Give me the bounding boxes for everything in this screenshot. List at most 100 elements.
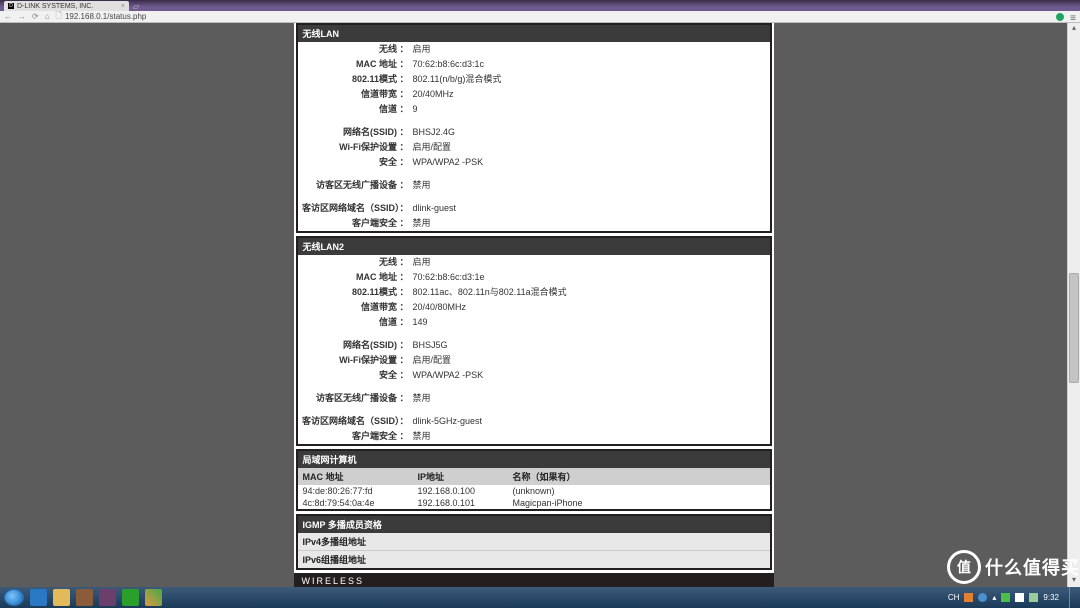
extension-area: ≡ bbox=[1056, 13, 1076, 21]
status-label: 客户端安全 ： bbox=[298, 217, 413, 230]
taskbar-app[interactable] bbox=[122, 589, 139, 606]
cell-mac: 94:de:80:26:77:fd bbox=[303, 486, 418, 496]
tab-title: D-LINK SYSTEMS, INC. bbox=[17, 3, 93, 10]
status-label: 访客区无线广播设备 ： bbox=[298, 392, 413, 405]
wlan2-section: 无线LAN2 无线 ：启用MAC 地址 ：70:62:b8:6c:d3:1e80… bbox=[296, 236, 772, 446]
status-row: 安全 ：WPA/WPA2 -PSK bbox=[298, 368, 770, 383]
status-value: 禁用 bbox=[413, 217, 770, 230]
url-text: 192.168.0.1/status.php bbox=[65, 12, 146, 21]
status-value: BHSJ5G bbox=[413, 339, 770, 352]
status-row: 无线 ：启用 bbox=[298, 255, 770, 270]
section-header: 无线LAN bbox=[298, 25, 770, 42]
status-label: 无线 ： bbox=[298, 256, 413, 269]
status-value: dlink-guest bbox=[413, 202, 770, 215]
section-header: 无线LAN2 bbox=[298, 238, 770, 255]
status-value: 149 bbox=[413, 316, 770, 329]
start-button[interactable] bbox=[4, 589, 24, 606]
status-label: 网络名(SSID) ： bbox=[298, 126, 413, 139]
home-button[interactable]: ⌂ bbox=[45, 12, 50, 21]
status-value: dlink-5GHz-guest bbox=[413, 415, 770, 428]
cell-name: Magicpan-iPhone bbox=[513, 498, 765, 508]
taskbar-app-explorer[interactable] bbox=[53, 589, 70, 606]
address-bar[interactable]: 🗋 192.168.0.1/status.php bbox=[56, 10, 147, 24]
tray-network-icon[interactable] bbox=[1029, 593, 1038, 602]
taskbar-app-chrome[interactable] bbox=[145, 589, 162, 606]
scroll-up-icon[interactable]: ▴ bbox=[1068, 23, 1080, 35]
cell-name: (unknown) bbox=[513, 486, 765, 496]
status-value: 70:62:b8:6c:d3:1c bbox=[413, 58, 770, 71]
status-row: 802.11模式 ：802.11ac、802.11n与802.11a混合模式 bbox=[298, 285, 770, 300]
status-value: 20/40MHz bbox=[413, 88, 770, 101]
status-row: 客访区网络域名（SSID）：dlink-guest bbox=[298, 201, 770, 216]
status-value: 启用/配置 bbox=[413, 141, 770, 154]
toolbar: ← → ⟳ ⌂ 🗋 192.168.0.1/status.php ≡ bbox=[0, 11, 1080, 23]
status-value: WPA/WPA2 -PSK bbox=[413, 369, 770, 382]
taskbar-app[interactable] bbox=[99, 589, 116, 606]
status-value: 9 bbox=[413, 103, 770, 116]
status-label: 信道带宽 ： bbox=[298, 301, 413, 314]
reload-button[interactable]: ⟳ bbox=[32, 12, 39, 21]
table-row: 4c:8d:79:54:0a:4e192.168.0.101Magicpan-i… bbox=[298, 497, 770, 509]
extension-icon[interactable] bbox=[1056, 13, 1064, 21]
igmp-section: IGMP 多播成员资格 IPv4多播组地址IPv6组播组地址 bbox=[296, 514, 772, 570]
system-tray: CH ▴ 9:32 bbox=[948, 587, 1076, 608]
status-row: 信道带宽 ：20/40/80MHz bbox=[298, 300, 770, 315]
tab-close-icon[interactable]: × bbox=[121, 3, 125, 10]
status-label: 客访区网络域名（SSID）： bbox=[298, 202, 413, 215]
status-value: BHSJ2.4G bbox=[413, 126, 770, 139]
vertical-scrollbar[interactable]: ▴ ▾ bbox=[1067, 23, 1080, 587]
status-value: 禁用 bbox=[413, 179, 770, 192]
taskbar-app[interactable] bbox=[76, 589, 93, 606]
status-label: 客访区网络域名（SSID）： bbox=[298, 415, 413, 428]
status-label: 安全 ： bbox=[298, 156, 413, 169]
forward-button[interactable]: → bbox=[18, 12, 26, 21]
scrollbar-thumb[interactable] bbox=[1069, 273, 1079, 383]
status-label: Wi-Fi保护设置 ： bbox=[298, 141, 413, 154]
watermark: 值 什么值得买 bbox=[947, 547, 1080, 587]
status-row: Wi-Fi保护设置 ：启用/配置 bbox=[298, 353, 770, 368]
status-label: 信道 ： bbox=[298, 103, 413, 116]
status-value: 20/40/80MHz bbox=[413, 301, 770, 314]
tray-icon[interactable] bbox=[978, 593, 987, 602]
tray-show-hidden-icon[interactable]: ▴ bbox=[992, 593, 996, 602]
status-row: MAC 地址 ：70:62:b8:6c:d3:1e bbox=[298, 270, 770, 285]
status-label: 802.11模式 ： bbox=[298, 286, 413, 299]
table-header: MAC 地址 IP地址 名称（如果有） bbox=[298, 468, 770, 485]
chrome-menu-icon[interactable]: ≡ bbox=[1070, 13, 1076, 21]
status-label: 无线 ： bbox=[298, 43, 413, 56]
status-label: 信道 ： bbox=[298, 316, 413, 329]
table-row: 94:de:80:26:77:fd192.168.0.100(unknown) bbox=[298, 485, 770, 497]
col-name: 名称（如果有） bbox=[513, 470, 765, 483]
status-row: 802.11模式 ：802.11(n/b/g)混合模式 bbox=[298, 72, 770, 87]
tray-icon[interactable] bbox=[1001, 593, 1010, 602]
status-row: 信道 ：149 bbox=[298, 315, 770, 330]
tray-clock[interactable]: 9:32 bbox=[1043, 593, 1059, 602]
taskbar-app-ie[interactable] bbox=[30, 589, 47, 606]
cell-ip: 192.168.0.101 bbox=[418, 498, 513, 508]
status-label: 客户端安全 ： bbox=[298, 430, 413, 443]
wlan1-section: 无线LAN 无线 ：启用MAC 地址 ：70:62:b8:6c:d3:1c802… bbox=[296, 23, 772, 233]
status-label: Wi-Fi保护设置 ： bbox=[298, 354, 413, 367]
status-value: WPA/WPA2 -PSK bbox=[413, 156, 770, 169]
status-row: 访客区无线广播设备 ：禁用 bbox=[298, 391, 770, 406]
back-button[interactable]: ← bbox=[4, 12, 12, 21]
watermark-text: 什么值得买 bbox=[985, 554, 1080, 580]
status-row: 网络名(SSID) ：BHSJ2.4G bbox=[298, 125, 770, 140]
status-value: 启用/配置 bbox=[413, 354, 770, 367]
taskbar: CH ▴ 9:32 bbox=[0, 587, 1080, 608]
status-label: 网络名(SSID) ： bbox=[298, 339, 413, 352]
status-value: 禁用 bbox=[413, 430, 770, 443]
tray-ime[interactable]: CH bbox=[948, 593, 960, 602]
router-status-page: 无线LAN 无线 ：启用MAC 地址 ：70:62:b8:6c:d3:1c802… bbox=[294, 23, 774, 587]
tray-icon[interactable] bbox=[964, 593, 973, 602]
show-desktop-button[interactable] bbox=[1069, 587, 1076, 608]
status-value: 802.11(n/b/g)混合模式 bbox=[413, 73, 770, 86]
tray-volume-icon[interactable] bbox=[1015, 593, 1024, 602]
status-label: 信道带宽 ： bbox=[298, 88, 413, 101]
cell-ip: 192.168.0.100 bbox=[418, 486, 513, 496]
favicon: D bbox=[8, 3, 14, 9]
status-label: MAC 地址 ： bbox=[298, 271, 413, 284]
status-label: 802.11模式 ： bbox=[298, 73, 413, 86]
status-row: 访客区无线广播设备 ：禁用 bbox=[298, 178, 770, 193]
status-value: 启用 bbox=[413, 256, 770, 269]
